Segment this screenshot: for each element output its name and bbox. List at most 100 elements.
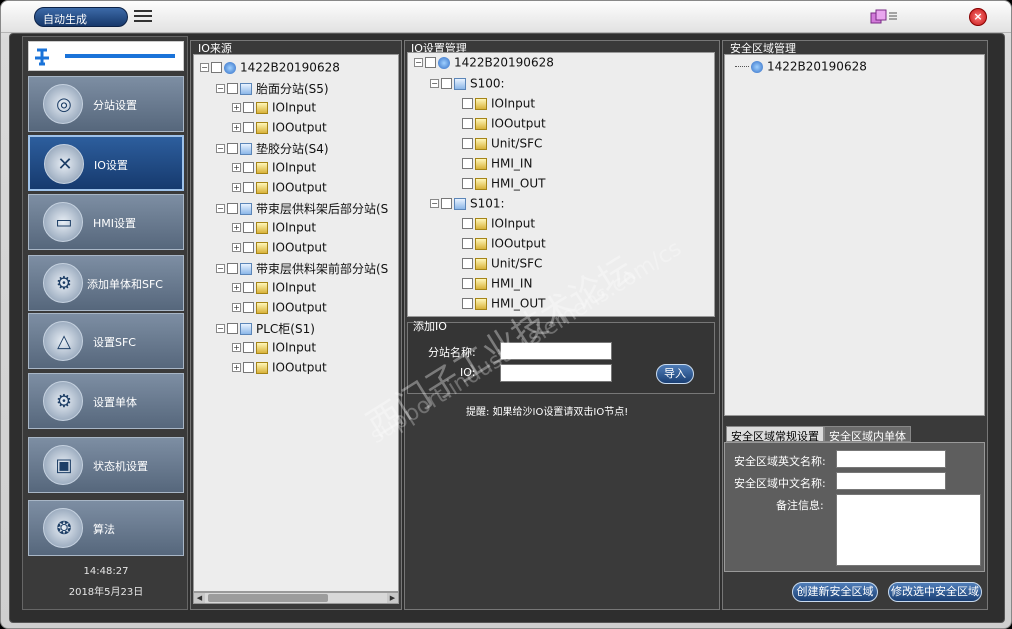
- station-name-input[interactable]: [500, 342, 612, 360]
- tree-group[interactable]: − S101:: [430, 196, 505, 212]
- tree-leaf[interactable]: HMI_IN: [462, 276, 532, 292]
- tree-group[interactable]: − S100:: [430, 76, 505, 92]
- checkbox[interactable]: [243, 282, 254, 293]
- checkbox[interactable]: [462, 138, 473, 149]
- sidebar-item-sfc[interactable]: △ 设置SFC: [28, 313, 184, 369]
- brain-icon: ❂: [43, 508, 83, 548]
- tree-leaf[interactable]: Unit/SFC: [462, 136, 542, 152]
- sidebar-item-hmi[interactable]: ▭ HMI设置: [28, 194, 184, 250]
- scroll-left-icon[interactable]: ◀: [194, 593, 205, 603]
- close-icon[interactable]: ×: [969, 8, 987, 26]
- tree-leaf[interactable]: + IOInput: [232, 280, 316, 296]
- io-node-icon: [256, 181, 268, 194]
- checkbox[interactable]: [425, 57, 436, 68]
- checkbox[interactable]: [243, 242, 254, 253]
- tree-group[interactable]: − PLC柜(S1): [216, 320, 315, 336]
- checkbox[interactable]: [243, 162, 254, 173]
- checkbox[interactable]: [227, 83, 238, 94]
- io-node-icon: [256, 281, 268, 294]
- tree-group[interactable]: − 垫胶分站(S4): [216, 140, 329, 156]
- tab-area-units[interactable]: 安全区域内单体: [824, 426, 911, 443]
- checkbox[interactable]: [462, 98, 473, 109]
- sidebar-item-add-unit-sfc[interactable]: ⚙ 添加单体和SFC: [28, 255, 184, 311]
- tree-leaf[interactable]: + IOOutput: [232, 360, 327, 376]
- checkbox[interactable]: [462, 298, 473, 309]
- checkbox[interactable]: [243, 122, 254, 133]
- io-label: IO:: [460, 366, 476, 379]
- tree-group[interactable]: − 带束层供料架后部分站(S: [216, 200, 388, 216]
- io-node-icon: [475, 157, 487, 170]
- tree-group[interactable]: − 带束层供料架前部分站(S: [216, 260, 388, 276]
- sidebar-item-algorithm[interactable]: ❂ 算法: [28, 500, 184, 556]
- sidebar-item-state-machine[interactable]: ▣ 状态机设置: [28, 437, 184, 493]
- import-button[interactable]: 导入: [656, 364, 694, 384]
- checkbox[interactable]: [243, 102, 254, 113]
- io-node-icon: [475, 177, 487, 190]
- safety-tree[interactable]: 1422B20190628: [724, 54, 985, 416]
- checkbox[interactable]: [462, 178, 473, 189]
- io-input[interactable]: [500, 364, 612, 382]
- sidebar-item-unit[interactable]: ⚙ 设置单体: [28, 373, 184, 429]
- checkbox[interactable]: [441, 78, 452, 89]
- remark-textarea[interactable]: [836, 494, 981, 566]
- tree-leaf[interactable]: IOOutput: [462, 116, 546, 132]
- checkbox[interactable]: [462, 258, 473, 269]
- mode-button[interactable]: 自动生成: [34, 7, 128, 27]
- add-io-title: 添加IO: [413, 320, 447, 333]
- checkbox[interactable]: [462, 238, 473, 249]
- checkbox[interactable]: [243, 182, 254, 193]
- create-area-button[interactable]: 创建新安全区域: [792, 582, 878, 602]
- checkbox[interactable]: [227, 323, 238, 334]
- station-node-icon: [454, 197, 466, 210]
- tree-leaf[interactable]: Unit/SFC: [462, 256, 542, 272]
- tree-leaf[interactable]: HMI_OUT: [462, 296, 545, 312]
- machine-icon: ▣: [43, 445, 83, 485]
- tree-leaf[interactable]: + IOInput: [232, 160, 316, 176]
- checkbox[interactable]: [462, 158, 473, 169]
- sidebar-item-label: 状态机设置: [93, 460, 148, 473]
- sidebar-item-station[interactable]: ◎ 分站设置: [28, 76, 184, 132]
- scroll-thumb[interactable]: [208, 594, 328, 602]
- checkbox[interactable]: [243, 362, 254, 373]
- tree-leaf[interactable]: + IOInput: [232, 220, 316, 236]
- tree-leaf[interactable]: + IOOutput: [232, 180, 327, 196]
- checkbox[interactable]: [243, 222, 254, 233]
- tree-root[interactable]: 1422B20190628: [735, 59, 867, 75]
- checkbox[interactable]: [243, 342, 254, 353]
- tree-group[interactable]: − 胎面分站(S5): [216, 80, 329, 96]
- tree-leaf[interactable]: HMI_OUT: [462, 176, 545, 192]
- io-source-tree[interactable]: −1422B20190628 − 胎面分站(S5) + IOInput + IOOut…: [193, 54, 399, 592]
- tiles-icon[interactable]: [867, 7, 901, 27]
- en-name-input[interactable]: [836, 450, 946, 468]
- checkbox[interactable]: [462, 278, 473, 289]
- tree-leaf[interactable]: + IOOutput: [232, 300, 327, 316]
- tree-root[interactable]: −1422B20190628: [414, 55, 554, 71]
- tree-leaf[interactable]: + IOInput: [232, 340, 316, 356]
- tree-leaf[interactable]: + IOInput: [232, 100, 316, 116]
- modify-area-button[interactable]: 修改选中安全区域: [888, 582, 982, 602]
- tree-leaf[interactable]: IOOutput: [462, 236, 546, 252]
- checkbox[interactable]: [227, 203, 238, 214]
- checkbox[interactable]: [227, 143, 238, 154]
- tree-root[interactable]: −1422B20190628: [200, 60, 340, 76]
- tree-leaf[interactable]: + IOOutput: [232, 240, 327, 256]
- menu-icon[interactable]: [134, 10, 152, 24]
- io-manage-tree[interactable]: −1422B20190628 − S100: IOInput IOOutput U…: [407, 52, 715, 317]
- checkbox[interactable]: [227, 263, 238, 274]
- tree-leaf[interactable]: IOInput: [462, 96, 535, 112]
- sidebar-item-io[interactable]: ✕ IO设置: [28, 135, 184, 191]
- cn-name-input[interactable]: [836, 472, 946, 490]
- io-node-icon: [475, 97, 487, 110]
- checkbox[interactable]: [211, 62, 222, 73]
- checkbox[interactable]: [462, 118, 473, 129]
- checkbox[interactable]: [462, 218, 473, 229]
- tree-leaf[interactable]: IOInput: [462, 216, 535, 232]
- tree-leaf[interactable]: HMI_IN: [462, 156, 532, 172]
- tab-general-settings[interactable]: 安全区域常规设置: [726, 426, 824, 443]
- horizontal-scrollbar[interactable]: ◀ ▶: [193, 592, 399, 604]
- tree-leaf[interactable]: + IOOutput: [232, 120, 327, 136]
- checkbox[interactable]: [243, 302, 254, 313]
- io-node-icon: [475, 237, 487, 250]
- scroll-right-icon[interactable]: ▶: [387, 593, 398, 603]
- checkbox[interactable]: [441, 198, 452, 209]
